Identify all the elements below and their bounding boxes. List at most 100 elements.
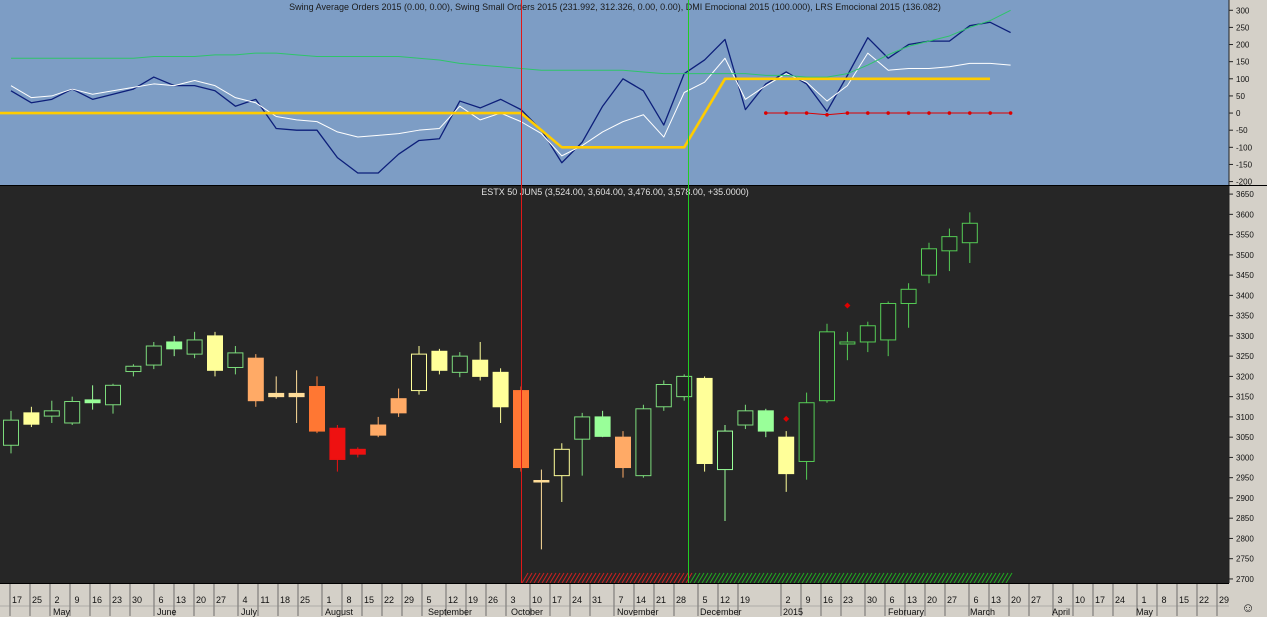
day-label: 20 bbox=[196, 595, 206, 605]
day-label: 6 bbox=[973, 595, 978, 605]
day-label: 24 bbox=[1115, 595, 1125, 605]
day-label: 13 bbox=[991, 595, 1001, 605]
price-pane[interactable] bbox=[0, 186, 1229, 583]
price-tick-label: 3400 bbox=[1236, 291, 1254, 300]
day-label: 29 bbox=[1219, 595, 1229, 605]
day-label: 6 bbox=[158, 595, 163, 605]
candle bbox=[676, 374, 693, 401]
day-label: 18 bbox=[280, 595, 290, 605]
candle bbox=[431, 348, 448, 375]
signal-dot bbox=[988, 111, 992, 115]
candle bbox=[819, 323, 835, 403]
day-label: 3 bbox=[510, 595, 515, 605]
price-tick-label: 3250 bbox=[1236, 352, 1254, 361]
day-label: 1 bbox=[326, 595, 331, 605]
price-tick-label: 3000 bbox=[1236, 453, 1254, 462]
indicator-pane[interactable] bbox=[0, 0, 1229, 185]
candle bbox=[655, 380, 672, 411]
day-label: 20 bbox=[927, 595, 937, 605]
candle bbox=[207, 331, 223, 377]
day-label: 12 bbox=[720, 595, 730, 605]
day-label: 28 bbox=[676, 595, 686, 605]
signal-dot bbox=[927, 111, 931, 115]
candle bbox=[696, 376, 713, 472]
candle-body bbox=[961, 222, 978, 244]
price-tick-label: 3100 bbox=[1236, 413, 1254, 422]
signal-dot bbox=[845, 111, 850, 115]
candle bbox=[247, 354, 264, 407]
month-label: May bbox=[1136, 607, 1154, 617]
day-label: 20 bbox=[1011, 595, 1021, 605]
day-label: 2 bbox=[785, 595, 790, 605]
smiley-icon[interactable]: ☺ bbox=[1241, 600, 1254, 615]
signal-dot bbox=[886, 111, 890, 115]
day-label: 4 bbox=[242, 595, 247, 605]
candle-body bbox=[227, 352, 244, 368]
candle-body bbox=[451, 355, 468, 373]
indicator-tick-label: 50 bbox=[1236, 92, 1245, 101]
candle-body bbox=[594, 416, 611, 437]
signal-dot bbox=[825, 112, 829, 117]
candle bbox=[145, 341, 162, 370]
candle-body bbox=[329, 427, 346, 460]
indicator-tick-label: -50 bbox=[1236, 126, 1248, 135]
price-tick-label: 3500 bbox=[1236, 251, 1254, 260]
signal-dot bbox=[968, 111, 972, 115]
indicator-tick-label: 150 bbox=[1236, 58, 1250, 67]
day-label: 17 bbox=[552, 595, 562, 605]
day-label: 10 bbox=[1075, 595, 1085, 605]
day-label: 26 bbox=[488, 595, 498, 605]
price-tick-label: 2750 bbox=[1236, 555, 1254, 564]
day-label: 24 bbox=[572, 595, 582, 605]
indicator-title: Swing Average Orders 2015 (0.00, 0.00), … bbox=[289, 2, 941, 12]
indicator-tick-label: 100 bbox=[1236, 75, 1250, 84]
day-label: 13 bbox=[907, 595, 917, 605]
day-label: 30 bbox=[867, 595, 877, 605]
price-tick-label: 3550 bbox=[1236, 231, 1254, 240]
indicator-tick-label: 250 bbox=[1236, 23, 1250, 32]
candle-body bbox=[3, 419, 19, 446]
candle-body bbox=[390, 398, 407, 414]
candle-body bbox=[757, 410, 774, 432]
indicator-tick-label: -150 bbox=[1236, 160, 1253, 169]
day-label: 23 bbox=[112, 595, 122, 605]
day-label: 3 bbox=[1057, 595, 1062, 605]
day-label: 23 bbox=[843, 595, 853, 605]
candle-body bbox=[778, 436, 795, 475]
day-label: 25 bbox=[300, 595, 310, 605]
candle-body bbox=[941, 236, 958, 252]
candle-body bbox=[309, 386, 325, 432]
candle bbox=[635, 404, 652, 478]
day-label: 11 bbox=[260, 595, 269, 605]
candle-body bbox=[819, 331, 835, 402]
day-label: 30 bbox=[132, 595, 142, 605]
candle-body bbox=[696, 377, 713, 464]
day-label: 9 bbox=[74, 595, 79, 605]
month-label: June bbox=[157, 607, 177, 617]
candle-body bbox=[574, 416, 591, 440]
day-label: 22 bbox=[384, 595, 394, 605]
signal-dot bbox=[784, 111, 788, 115]
price-tick-label: 2700 bbox=[1236, 575, 1254, 584]
candle-body bbox=[64, 401, 81, 424]
day-label: 15 bbox=[364, 595, 374, 605]
day-label: 19 bbox=[468, 595, 478, 605]
month-label: February bbox=[888, 607, 925, 617]
candle-body bbox=[655, 384, 672, 408]
day-label: 1 bbox=[1141, 595, 1146, 605]
candle-body bbox=[186, 339, 203, 355]
day-label: 27 bbox=[1031, 595, 1041, 605]
month-label: July bbox=[241, 607, 258, 617]
day-label: 10 bbox=[532, 595, 542, 605]
day-label: 19 bbox=[740, 595, 750, 605]
indicator-tick-label: 0 bbox=[1236, 109, 1241, 118]
month-label: December bbox=[700, 607, 742, 617]
day-label: 31 bbox=[592, 595, 602, 605]
candle-body bbox=[43, 410, 60, 417]
day-label: 7 bbox=[618, 595, 623, 605]
day-label: 9 bbox=[805, 595, 810, 605]
day-label: 6 bbox=[889, 595, 894, 605]
month-label: August bbox=[325, 607, 354, 617]
candle-body bbox=[900, 288, 917, 304]
candle-body bbox=[166, 341, 183, 350]
